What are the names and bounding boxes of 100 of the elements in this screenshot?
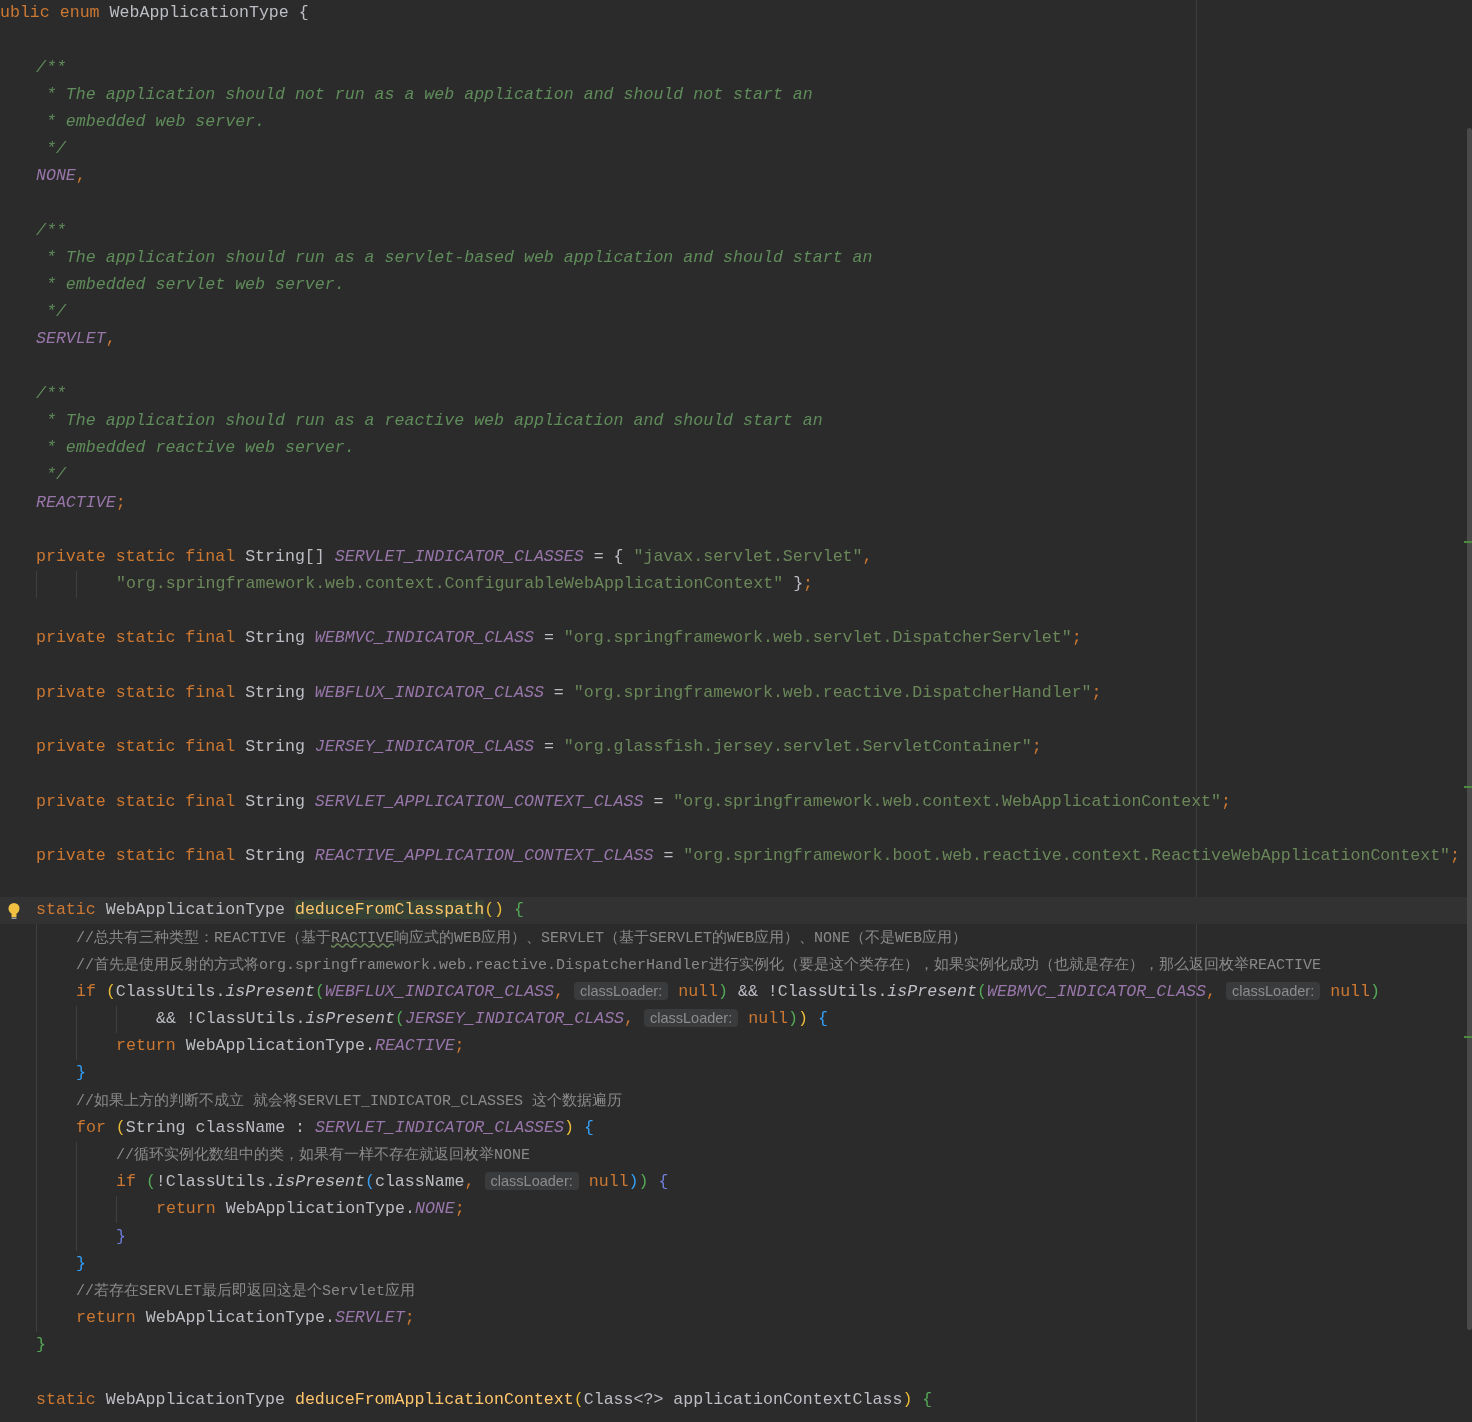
code-constant: SERVLET_INDICATOR_CLASSES (315, 1117, 564, 1137)
code-keyword: if (116, 1172, 137, 1192)
string-literal: "javax.servlet.Servlet" (633, 546, 863, 566)
code-constant: SERVLET (36, 329, 106, 349)
code-text: String (245, 628, 306, 648)
code-text: = (662, 845, 675, 865)
code-keyword: , (1206, 981, 1216, 1001)
method-name: deduceFromApplicationContext (294, 1389, 574, 1409)
code-keyword: private static final (36, 628, 237, 648)
code-text: = (542, 628, 555, 648)
bracket: { (921, 1389, 933, 1409)
scrollbar[interactable] (1467, 128, 1472, 1330)
line-comment: 响应式的WEB应用）、SERVLET（基于SERVLET的WEB应用）、NONE（不是WEB应用） (394, 929, 968, 947)
code-keyword: , (554, 981, 564, 1001)
doc-comment: /** (36, 220, 66, 240)
code-constant: WEBMVC_INDICATOR_CLASS (314, 628, 534, 648)
bracket: ( (115, 1117, 126, 1137)
code-keyword: null (748, 1009, 789, 1029)
line-comment: //首先是使用反射的方式将org.springframework.web.reactive.DispatcherHandler进行实例化（要是这个类存在），如果实例化成功（也就是存在），那么返回枚举REACTIVE (76, 956, 1322, 974)
code-keyword: ; (1031, 737, 1042, 757)
string-literal: "org.springframework.web.context.WebApplicationContext" (673, 791, 1222, 811)
code-constant: NONE (414, 1199, 455, 1219)
code-constant: REACTIVE_APPLICATION_CONTEXT_CLASS (314, 845, 654, 865)
bracket: ( (395, 1009, 405, 1029)
doc-comment: /** (36, 57, 66, 77)
code-text: } (792, 574, 804, 594)
code-text: String (245, 845, 306, 865)
code-text: !ClassUtils. (155, 1172, 276, 1192)
code-text: WebApplicationType. (145, 1308, 335, 1328)
bracket: ( (145, 1172, 156, 1192)
bracket: ( (315, 981, 325, 1001)
code-keyword: ; (454, 1199, 465, 1219)
bracket: ) (718, 981, 728, 1001)
code-keyword: ; (1221, 791, 1231, 811)
parameter-hint: classLoader: (484, 1172, 579, 1191)
code-keyword: return (116, 1036, 177, 1056)
code-text: = (652, 791, 665, 811)
code-text: = (542, 737, 555, 757)
code-keyword: ; (404, 1308, 415, 1328)
method-call: isPresent (275, 1172, 365, 1192)
bracket: ( (364, 1172, 375, 1192)
line-comment: //如果上方的判断不成立 就会将SERVLET_INDICATOR_CLASSES 这个数据遍历 (76, 1092, 623, 1110)
doc-comment: */ (44, 139, 66, 159)
code-keyword: private static final (36, 546, 237, 566)
code-keyword: ; (115, 492, 126, 512)
doc-comment: * The application should not run as a web application and should not start an (44, 84, 813, 104)
doc-comment: * embedded reactive web server. (44, 438, 355, 458)
code-keyword: static (36, 900, 97, 920)
string-literal: "org.springframework.web.context.ConfigurableWebApplicationContext" (116, 574, 784, 594)
bracket: { (657, 1172, 669, 1192)
bracket: ) (1370, 981, 1380, 1001)
code-keyword: , (464, 1172, 475, 1192)
doc-comment: */ (44, 302, 66, 322)
code-keyword: static (36, 1389, 97, 1409)
bracket: { (816, 1009, 828, 1029)
code-keyword: if (76, 981, 97, 1001)
bracket: ) (638, 1172, 649, 1192)
code-text: && !ClassUtils. (156, 1009, 306, 1029)
change-marker (1464, 541, 1472, 543)
string-literal: "org.springframework.boot.web.reactive.context.ReactiveWebApplicationContext" (683, 845, 1451, 865)
code-keyword: private static final (36, 791, 237, 811)
line-comment: RACTIVE (331, 929, 395, 947)
bracket: ( (976, 981, 987, 1001)
code-keyword: , (624, 1009, 634, 1029)
code-keyword: null (678, 981, 719, 1001)
bracket: } (76, 1253, 86, 1273)
code-keyword: ublic enum (0, 3, 101, 23)
code-keyword: for (76, 1117, 107, 1137)
code-text: String (245, 737, 306, 757)
code-text: String (245, 682, 306, 702)
code-keyword: return (156, 1199, 217, 1219)
code-constant: NONE (36, 166, 76, 186)
bracket: ) (563, 1117, 574, 1137)
code-constant: WEBFLUX_INDICATOR_CLASS (314, 682, 544, 702)
code-text: WebApplicationType { (109, 3, 309, 23)
change-marker (1464, 1036, 1472, 1038)
change-marker (1464, 786, 1472, 788)
code-text: WebApplicationType. (185, 1036, 375, 1056)
code-keyword: private static final (36, 737, 237, 757)
code-keyword: null (588, 1172, 629, 1192)
code-keyword: ; (1450, 845, 1461, 865)
doc-comment: * embedded servlet web server. (44, 275, 345, 294)
method-call: isPresent (887, 981, 977, 1001)
line-comment: //若存在SERVLET最后即返回这是个Servlet应用 (76, 1282, 416, 1300)
code-constant: REACTIVE (374, 1036, 455, 1056)
lightbulb-icon[interactable] (7, 901, 21, 920)
doc-comment: */ (44, 465, 66, 485)
code-text: && !ClassUtils. (736, 981, 888, 1001)
code-text: String[] (245, 546, 326, 566)
code-constant: SERVLET_APPLICATION_CONTEXT_CLASS (314, 791, 644, 811)
code-text: WebApplicationType. (225, 1199, 415, 1219)
string-literal: "org.springframework.web.reactive.DispatcherHandler" (573, 682, 1092, 702)
parameter-hint: classLoader: (644, 1009, 739, 1028)
code-constant: JERSEY_INDICATOR_CLASS (404, 1009, 625, 1029)
bracket: () (484, 900, 505, 920)
code-text: ClassUtils. (115, 981, 226, 1001)
bracket: } (116, 1226, 126, 1246)
code-keyword: ; (454, 1036, 465, 1056)
code-text: WebApplicationType (105, 900, 286, 920)
code-text: String className : (125, 1117, 307, 1137)
